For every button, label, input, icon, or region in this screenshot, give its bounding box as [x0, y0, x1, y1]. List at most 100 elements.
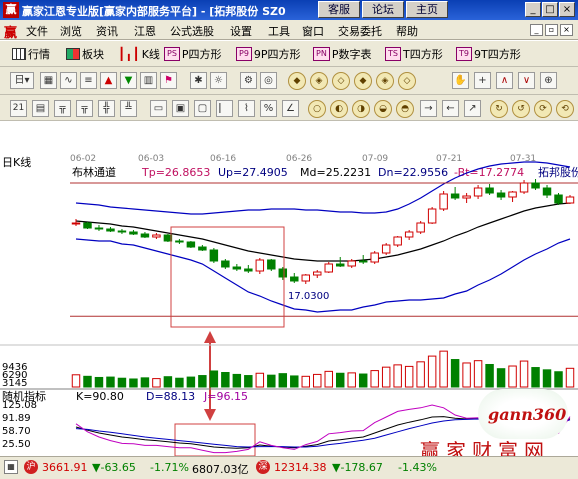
boxes-icon[interactable]: ▭	[150, 100, 167, 117]
diamond-dot-icon[interactable]: ◆	[354, 72, 372, 90]
line-chart-icon[interactable]: ∿	[60, 72, 77, 89]
arrow-left-icon[interactable]: ←	[442, 100, 459, 117]
toolbar-t-square-button[interactable]: TS T四方形	[385, 45, 443, 63]
toolbar-9p-square-button[interactable]: P9 9P四方形	[236, 45, 301, 63]
menu-tools[interactable]: 工具	[268, 23, 290, 39]
date-tick: 06-16	[210, 154, 236, 164]
gann-chart-icon[interactable]: ⌇	[238, 100, 255, 117]
toolbar-p-square-button[interactable]: PS P四方形	[164, 45, 222, 63]
gann-angle-icon[interactable]: ╩	[120, 100, 137, 117]
toolbar-9t-square-button[interactable]: T9 9T四方形	[456, 45, 521, 63]
diamond-outline-icon[interactable]: ◇	[332, 72, 350, 90]
period-day-dropdown[interactable]: 日▾	[10, 72, 34, 89]
minimize-button[interactable]: _	[525, 2, 541, 17]
stock-name: 拓邦股份	[538, 165, 578, 179]
sun-icon[interactable]: ☼	[210, 72, 227, 89]
circle-icon[interactable]: ○	[308, 100, 326, 118]
down-arrow-icon[interactable]: ▼	[120, 72, 137, 89]
gann-grid-icon[interactable]: ╬	[98, 100, 115, 117]
up-arrow-icon[interactable]: ▲	[100, 72, 117, 89]
arrow-circle-b-icon[interactable]: ⟳	[534, 100, 552, 118]
bars-icon[interactable]: ▥	[140, 72, 157, 89]
crosshair-icon[interactable]: +	[474, 72, 491, 89]
menu-trade[interactable]: 交易委托	[338, 23, 382, 39]
menu-formula-select[interactable]: 公式选股	[170, 23, 214, 39]
toolbar-p-number-button[interactable]: PN P数字表	[313, 45, 371, 63]
tab-customer-service[interactable]: 客服	[318, 1, 360, 18]
wave-alt-icon[interactable]: ∨	[518, 72, 535, 89]
volume-bar	[129, 378, 138, 388]
diamond-small-icon[interactable]: ◈	[376, 72, 394, 90]
circle-b-icon[interactable]: ◑	[352, 100, 370, 118]
diamond-alt-icon[interactable]: ◈	[310, 72, 328, 90]
volume-bar	[106, 376, 115, 388]
kdj-k-value: K=90.80	[76, 390, 124, 403]
circle-c-icon[interactable]: ◒	[374, 100, 392, 118]
main-toolbar: 行情 板块 ┃╻┃ K线 PS P四方形 P9 9P四方形 PN P数字表 TS…	[0, 41, 578, 67]
candle-body	[404, 231, 414, 238]
sh-change-value: -63.65	[100, 461, 136, 474]
candle-body	[221, 260, 230, 268]
p-square-icon: PS	[164, 47, 180, 61]
menu-help[interactable]: 帮助	[396, 23, 418, 39]
toolbar-block-button[interactable]: 板块	[66, 45, 104, 63]
mdi-close-icon[interactable]: ×	[560, 24, 573, 36]
mdi-minimize-icon[interactable]: _	[530, 24, 543, 36]
ruler-icon[interactable]: ▤	[32, 100, 49, 117]
status-grid-icon[interactable]: ▦	[4, 460, 18, 474]
toolbar-9p-square-label: 9P四方形	[253, 48, 301, 61]
close-button[interactable]: ×	[559, 2, 575, 17]
menu-bar: 赢 文件 浏览 资讯 江恩 公式选股 设置 工具 窗口 交易委托 帮助 _ ▫ …	[0, 20, 578, 41]
arrow-circle-icon[interactable]: ↻	[490, 100, 508, 118]
menu-news[interactable]: 资讯	[96, 23, 118, 39]
gann-fan-icon[interactable]: ╦	[54, 100, 71, 117]
star-icon[interactable]: ✱	[190, 72, 207, 89]
ratio-icon[interactable]: ⊕	[540, 72, 557, 89]
gann-box-icon[interactable]: ▣	[172, 100, 189, 117]
volume-bar	[462, 362, 471, 388]
maximize-button[interactable]: □	[542, 2, 558, 17]
circle-d-icon[interactable]: ◓	[396, 100, 414, 118]
arrow-right-icon[interactable]: →	[420, 100, 437, 117]
calculator-icon[interactable]: ▦	[40, 72, 57, 89]
date-axis: 06-02 06-03 06-16 06-26 07-09 07-21 07-31	[70, 154, 536, 164]
gann-line-icon[interactable]: ⎸	[216, 100, 233, 117]
wave-icon[interactable]: ∧	[496, 72, 513, 89]
menu-gann[interactable]: 江恩	[134, 23, 156, 39]
calendar-21-icon[interactable]: 21	[10, 100, 27, 117]
flag-icon[interactable]: ⚑	[160, 72, 177, 89]
tab-home[interactable]: 主页	[406, 1, 448, 18]
menu-file[interactable]: 文件	[26, 23, 48, 39]
toolbar-quotes-button[interactable]: 行情	[12, 45, 50, 63]
candle-body	[71, 222, 81, 225]
mdi-restore-icon[interactable]: ▫	[545, 24, 558, 36]
t-square-icon: TS	[385, 47, 401, 61]
menu-browse[interactable]: 浏览	[60, 23, 82, 39]
menu-settings[interactable]: 设置	[230, 23, 252, 39]
wheel-icon[interactable]: ◎	[260, 72, 277, 89]
diamond-icon[interactable]: ◆	[288, 72, 306, 90]
angle-icon[interactable]: ∠	[282, 100, 299, 117]
circle-alt-icon[interactable]: ◐	[330, 100, 348, 118]
chart-tool-icon[interactable]: ↗	[464, 100, 481, 117]
menu-window[interactable]: 窗口	[302, 23, 324, 39]
gann-fan-alt-icon[interactable]: ╦	[76, 100, 93, 117]
shanghai-icon[interactable]: 沪	[24, 460, 38, 474]
tab-forum[interactable]: 论坛	[362, 1, 404, 18]
shenzhen-icon[interactable]: 深	[256, 460, 270, 474]
arrow-circle-c-icon[interactable]: ⟲	[556, 100, 574, 118]
diamond-last-icon[interactable]: ◇	[398, 72, 416, 90]
candle-body	[450, 193, 460, 199]
gann-box-alt-icon[interactable]: ▢	[194, 100, 211, 117]
status-bar: ▦ 沪 3661.91 ▼-63.65 -1.71% 6807.03亿 深 12…	[0, 456, 578, 479]
toolbar-kline-button[interactable]: ┃╻┃ K线	[118, 45, 160, 63]
chart-area[interactable]: 日K线 布林通道 Tp=26.8653 Up=27.4905 Md=25.223…	[0, 121, 578, 463]
arrow-circle-alt-icon[interactable]: ↺	[512, 100, 530, 118]
period-day-label: 日	[14, 75, 25, 86]
gear-icon[interactable]: ⚙	[240, 72, 257, 89]
candle-body	[198, 246, 207, 251]
hand-icon[interactable]: ✋	[452, 72, 469, 89]
table-icon[interactable]: ≡	[80, 72, 97, 89]
candle-body	[508, 191, 517, 198]
percent-icon[interactable]: %	[260, 100, 277, 117]
